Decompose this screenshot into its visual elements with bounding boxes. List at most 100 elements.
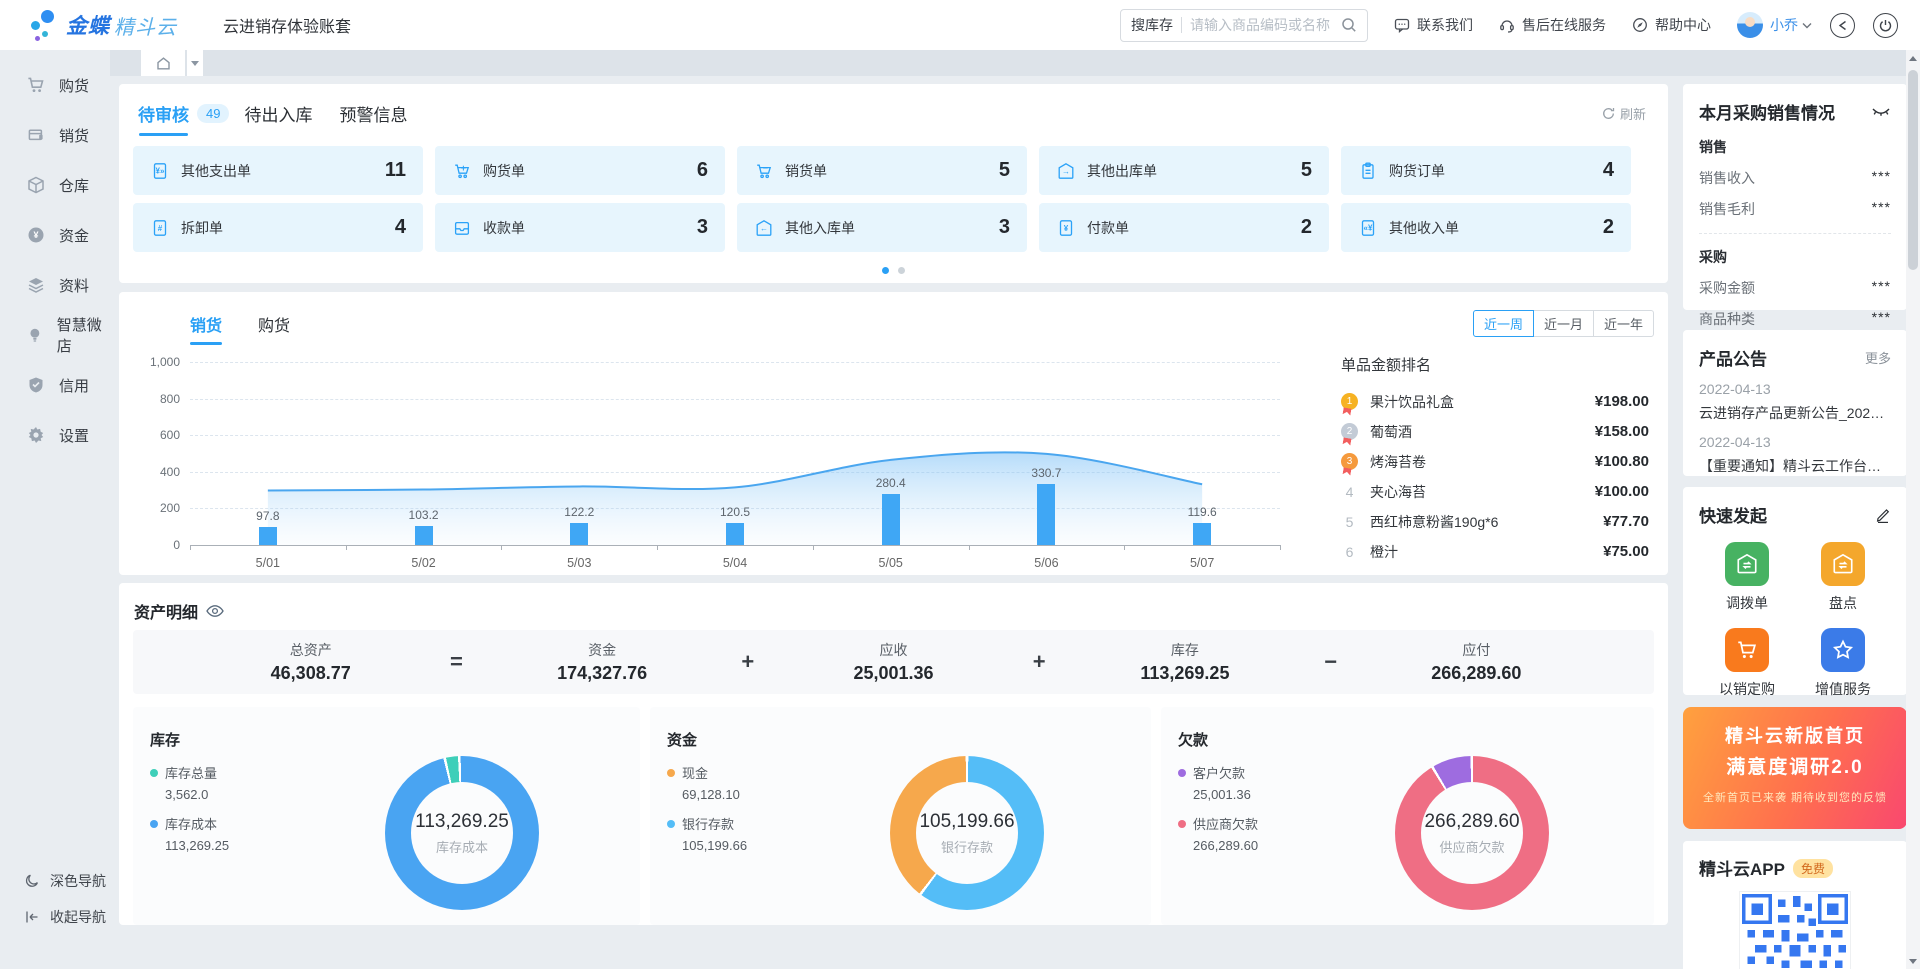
sidebar-item-smart-store[interactable]: 智慧微店 xyxy=(0,310,110,360)
todo-card-count: 4 xyxy=(395,216,406,239)
sell-box-icon xyxy=(26,125,46,145)
svg-text:¥»: ¥» xyxy=(156,166,165,175)
pagination-dot-active[interactable] xyxy=(882,267,889,274)
axis-tick xyxy=(1124,545,1125,550)
after-sales-service-link[interactable]: 售后在线服务 xyxy=(1499,15,1606,35)
range-month-button[interactable]: 近一月 xyxy=(1533,310,1594,337)
announcement-link[interactable]: 【重要通知】精斗云工作台域... xyxy=(1699,456,1891,476)
svg-text:¥: ¥ xyxy=(33,230,38,240)
bar-value-label: 330.7 xyxy=(1011,466,1081,480)
inventory-search[interactable]: 搜库存 xyxy=(1120,9,1368,42)
moon-icon xyxy=(24,873,40,889)
quick-transfer-order[interactable]: 调拨单 xyxy=(1725,542,1769,613)
axis-tick xyxy=(190,545,191,550)
rank-number: 5 xyxy=(1341,514,1358,530)
svg-text:←: ← xyxy=(760,224,768,233)
search-scope-label[interactable]: 搜库存 xyxy=(1131,15,1173,35)
back-button[interactable] xyxy=(1830,13,1855,38)
search-icon[interactable] xyxy=(1341,17,1357,33)
todo-card-cart-plus[interactable]: +购货单6 xyxy=(435,146,725,195)
debt-donut-chart: 266,289.60供应商欠款 xyxy=(1395,756,1549,910)
clipboard-icon xyxy=(1358,161,1378,181)
scroll-down-button[interactable] xyxy=(1906,953,1920,969)
main-sidebar: 购货 销货 仓库 ¥ 资金 资料 智慧微店 信用 设置 深色导航 收起导航 xyxy=(0,50,110,969)
todo-card-cart-minus[interactable]: −销货单5 xyxy=(737,146,1027,195)
banner-line3: 全新首页已来袭 期待收到您的反馈 xyxy=(1683,789,1907,805)
sidebar-item-sales[interactable]: 销货 xyxy=(0,110,110,160)
range-year-button[interactable]: 近一年 xyxy=(1593,310,1654,337)
tab-purchase[interactable]: 购货 xyxy=(258,312,290,336)
pagination-dot[interactable] xyxy=(898,267,905,274)
range-week-button[interactable]: 近一周 xyxy=(1473,310,1534,337)
cube-icon xyxy=(26,175,46,195)
product-amount: ¥100.80 xyxy=(1595,453,1649,470)
tab-pending-inout[interactable]: 待出入库 xyxy=(244,101,312,126)
quick-stocktake[interactable]: 盘点 xyxy=(1821,542,1865,613)
sidebar-item-warehouse[interactable]: 仓库 xyxy=(0,160,110,210)
chat-icon xyxy=(1394,17,1410,33)
contact-us-link[interactable]: 联系我们 xyxy=(1394,15,1473,35)
todo-card-doc-in[interactable]: «¥其他收入单2 xyxy=(1341,203,1631,252)
sidebar-label: 智慧微店 xyxy=(57,314,110,356)
todo-card-house-in[interactable]: ←其他入库单3 xyxy=(737,203,1027,252)
page-scrollbar[interactable] xyxy=(1906,50,1920,969)
todo-card-clipboard[interactable]: 购货订单4 xyxy=(1341,146,1631,195)
todo-card-count: 2 xyxy=(1603,216,1614,239)
todo-card-doc-hash[interactable]: #拆卸单4 xyxy=(133,203,423,252)
user-avatar[interactable] xyxy=(1737,12,1763,38)
sidebar-item-settings[interactable]: 设置 xyxy=(0,410,110,460)
ranking-row[interactable]: 2 葡萄酒 ¥158.00 xyxy=(1341,422,1649,441)
free-badge: 免费 xyxy=(1793,859,1833,878)
x-axis-label: 5/06 xyxy=(1006,556,1086,570)
bar-value-label: 119.6 xyxy=(1167,505,1237,519)
help-center-link[interactable]: 帮助中心 xyxy=(1632,15,1711,35)
sidebar-item-purchase[interactable]: 购货 xyxy=(0,60,110,110)
user-name[interactable]: 小乔 xyxy=(1770,15,1798,35)
todo-panel: 待审核 49 待出入库 预警信息 刷新 ¥»其他支出单11+购货单6−销货单5→… xyxy=(119,84,1668,283)
todo-card-drawer[interactable]: 收款单3 xyxy=(435,203,725,252)
scrollbar-thumb[interactable] xyxy=(1908,70,1918,270)
quick-order-by-sales[interactable]: 以销定购 xyxy=(1719,628,1775,699)
bar-5/03 xyxy=(570,523,588,545)
todo-card-doc-yen[interactable]: ¥付款单2 xyxy=(1039,203,1329,252)
sidebar-item-credit[interactable]: 信用 xyxy=(0,360,110,410)
tab-dropdown-button[interactable] xyxy=(187,50,203,76)
sales-chart-panel: 销货 购货 近一周 近一月 近一年 02004006008001,00097.8… xyxy=(119,292,1668,575)
section-sales: 销售 xyxy=(1699,137,1891,157)
refresh-button[interactable]: 刷新 xyxy=(1602,104,1646,123)
silver-medal-icon: 2 xyxy=(1341,423,1358,440)
ranking-row[interactable]: 1 果汁饮品礼盒 ¥198.00 xyxy=(1341,392,1649,411)
subpanel-title: 库存 xyxy=(133,707,640,750)
ranking-row[interactable]: 5 西红柿意粉酱190g*6 ¥77.70 xyxy=(1341,512,1649,531)
scroll-up-button[interactable] xyxy=(1906,50,1920,66)
bar-5/06 xyxy=(1037,484,1055,545)
transfer-house-icon xyxy=(1735,552,1759,576)
ranking-row[interactable]: 6 橙汁 ¥75.00 xyxy=(1341,542,1649,561)
ranking-row[interactable]: 3 烤海苔卷 ¥100.80 xyxy=(1341,452,1649,471)
ranking-row[interactable]: 4 夹心海苔 ¥100.00 xyxy=(1341,482,1649,501)
tab-alerts[interactable]: 预警信息 xyxy=(339,101,407,126)
axis-tick xyxy=(346,545,347,550)
todo-card-doc-out[interactable]: ¥»其他支出单11 xyxy=(133,146,423,195)
eye-closed-icon[interactable] xyxy=(1871,106,1891,118)
tab-sales[interactable]: 销货 xyxy=(190,312,222,336)
sidebar-item-funds[interactable]: ¥ 资金 xyxy=(0,210,110,260)
sidebar-item-data[interactable]: 资料 xyxy=(0,260,110,310)
collapse-nav-toggle[interactable]: 收起导航 xyxy=(0,899,110,935)
search-input[interactable] xyxy=(1190,17,1341,33)
quick-value-added-service[interactable]: 增值服务 xyxy=(1815,628,1871,699)
pending-approval-count-badge[interactable]: 49 xyxy=(197,104,229,123)
todo-card-house-out[interactable]: →其他出库单5 xyxy=(1039,146,1329,195)
announcement-link[interactable]: 云进销存产品更新公告_20220... xyxy=(1699,403,1891,423)
tab-pending-approval[interactable]: 待审核 xyxy=(138,101,189,126)
eye-icon[interactable] xyxy=(206,604,224,618)
chevron-down-icon[interactable] xyxy=(1802,22,1812,29)
home-tab[interactable] xyxy=(141,50,185,76)
more-link[interactable]: 更多 xyxy=(1865,348,1891,367)
edit-pencil-icon[interactable] xyxy=(1875,507,1891,523)
stocktake-house-icon xyxy=(1831,552,1855,576)
logout-power-button[interactable] xyxy=(1873,13,1898,38)
survey-banner[interactable]: 精斗云新版首页 满意度调研2.0 全新首页已来袭 期待收到您的反馈 xyxy=(1683,707,1907,829)
dark-nav-toggle[interactable]: 深色导航 xyxy=(0,863,110,899)
doc-in-icon: «¥ xyxy=(1358,218,1378,238)
